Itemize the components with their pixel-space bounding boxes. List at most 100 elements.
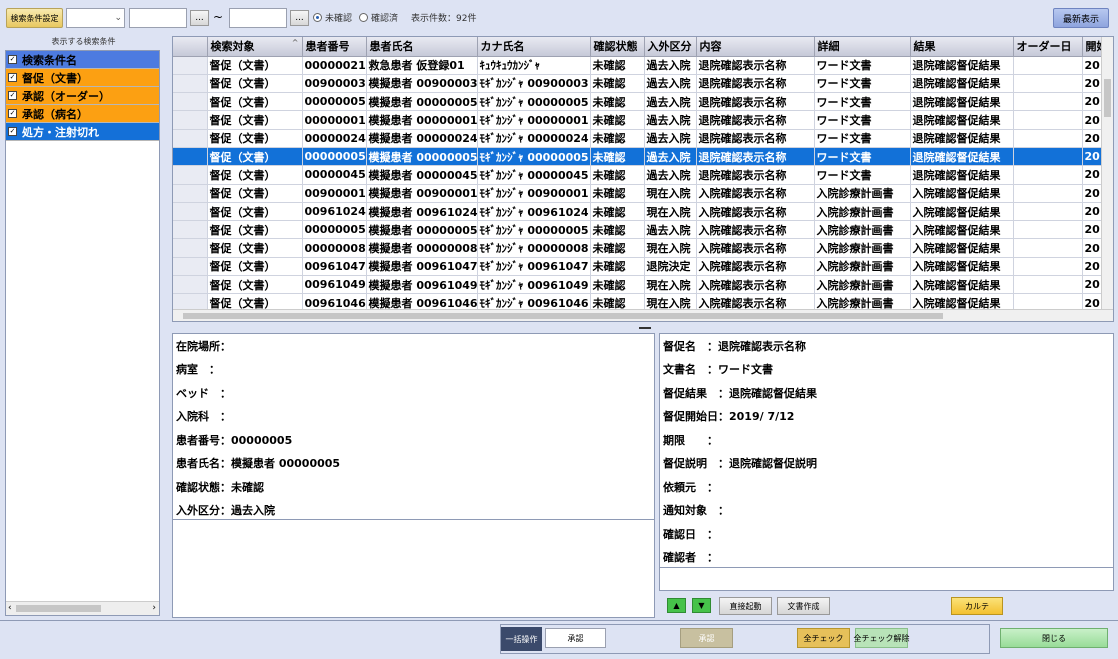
column-header-row-marker[interactable] bbox=[173, 37, 208, 57]
condition-header[interactable]: ✓ 検索条件名 bbox=[6, 51, 159, 69]
table-cell: ﾓｷﾞｶﾝｼﾞｬ 00961024 bbox=[477, 202, 591, 222]
table-cell: 00900003 bbox=[302, 74, 367, 94]
table-row[interactable]: 督促（文書） 00000005 模擬患者 00000005 ﾓｷﾞｶﾝｼﾞｬ 0000… bbox=[173, 220, 1113, 240]
table-row[interactable]: 督促（文書） 00000024 模擬患者 00000024 ﾓｷﾞｶﾝｼﾞｬ 0000… bbox=[173, 129, 1113, 148]
end-date-input[interactable] bbox=[229, 8, 287, 28]
detail-line: 確認状態：未確認 bbox=[176, 480, 264, 494]
condition-item[interactable]: ✓ 承認（病名） bbox=[6, 105, 159, 123]
table-row[interactable]: 督促（文書） 00961024 模擬患者 00961024 ﾓｷﾞｶﾝｼﾞｬ 0096… bbox=[173, 202, 1113, 222]
table-cell: 模擬患者 00961047 bbox=[366, 257, 478, 277]
close-button[interactable]: 閉じる bbox=[1000, 628, 1108, 648]
column-header[interactable]: 確認状態 bbox=[590, 37, 645, 57]
condition-item[interactable]: ✓ 承認（オーダー） bbox=[6, 87, 159, 105]
table-row[interactable]: 督促（文書） 00000005 模擬患者 00000005 ﾓｷﾞｶﾝｼﾞｬ 0000… bbox=[173, 147, 1113, 167]
table-cell: 00961024 bbox=[302, 202, 367, 222]
condition-item[interactable]: ✓ 処方・注射切れ bbox=[6, 123, 159, 141]
row-header-cell bbox=[173, 220, 208, 240]
horizontal-scrollbar[interactable]: ‹ › bbox=[6, 601, 159, 615]
table-header-row: 検索対象 ^ 患者番号 患者氏名 カナ氏名 確認状態 入外区分 内容 詳細 結果 オーダー日 開始 bbox=[173, 37, 1113, 57]
table-cell: 未確認 bbox=[590, 275, 645, 295]
table-row[interactable]: 督促（文書） 00900003 模擬患者 00900003 ﾓｷﾞｶﾝｼﾞｬ 0090… bbox=[173, 74, 1113, 94]
column-header[interactable]: カナ氏名 bbox=[477, 37, 591, 57]
table-cell: 督促（文書） bbox=[207, 165, 303, 185]
table-row[interactable]: 督促（文書） 00961049 模擬患者 00961049 ﾓｷﾞｶﾝｼﾞｬ 0096… bbox=[173, 275, 1113, 295]
table-cell: 退院確認督促結果 bbox=[910, 56, 1014, 75]
column-header[interactable]: 患者氏名 bbox=[366, 37, 478, 57]
direct-launch-button[interactable]: 直接起動 bbox=[719, 597, 772, 615]
checkbox-icon[interactable]: ✓ bbox=[8, 109, 17, 118]
scrollbar-thumb[interactable] bbox=[16, 605, 101, 612]
column-header[interactable]: 結果 bbox=[910, 37, 1014, 57]
condition-label: 検索条件名 bbox=[22, 53, 77, 67]
table-cell: 模擬患者 00000005 bbox=[366, 220, 478, 240]
column-header[interactable]: 詳細 bbox=[814, 37, 911, 57]
scrollbar-thumb[interactable] bbox=[1104, 79, 1111, 117]
table-cell: 模擬患者 00000001 bbox=[366, 110, 478, 130]
table-cell: 模擬患者 00000005 bbox=[366, 147, 478, 167]
table-cell: 退院確認督促結果 bbox=[910, 129, 1014, 148]
column-header[interactable]: 患者番号 bbox=[302, 37, 367, 57]
table-cell: 未確認 bbox=[590, 257, 645, 277]
create-document-button[interactable]: 文書作成 bbox=[777, 597, 830, 615]
table-row[interactable]: 督促（文書） 00000008 模擬患者 00000008 ﾓｷﾞｶﾝｼﾞｬ 0000… bbox=[173, 238, 1113, 258]
refresh-button[interactable]: 最新表示 bbox=[1053, 8, 1109, 28]
table-cell bbox=[1013, 110, 1083, 130]
condition-dropdown[interactable]: ⌄ bbox=[66, 8, 125, 28]
table-cell: 入院確認表示名称 bbox=[696, 257, 815, 277]
table-cell bbox=[1013, 165, 1083, 185]
table-row[interactable]: 督促（文書） 00000045 模擬患者 00000045 ﾓｷﾞｶﾝｼﾞｬ 0000… bbox=[173, 165, 1113, 185]
table-cell: 督促（文書） bbox=[207, 147, 303, 167]
move-down-button[interactable]: ▼ bbox=[692, 598, 711, 613]
detail-line: 督促名 ：退院確認表示名称 bbox=[663, 339, 806, 353]
table-cell: ﾓｷﾞｶﾝｼﾞｬ 00000001 bbox=[477, 110, 591, 130]
end-date-picker-button[interactable]: ... bbox=[290, 10, 309, 26]
start-date-picker-button[interactable]: ... bbox=[190, 10, 209, 26]
bulk-operation-select[interactable]: 承認 bbox=[545, 628, 606, 648]
move-up-button[interactable]: ▲ bbox=[667, 598, 686, 613]
table-cell: 退院確認表示名称 bbox=[696, 165, 815, 185]
table-cell: ﾓｷﾞｶﾝｼﾞｬ 00961049 bbox=[477, 275, 591, 295]
table-cell: 現在入院 bbox=[644, 202, 697, 222]
radio-selected-icon bbox=[313, 13, 322, 22]
table-row[interactable]: 督促（文書） 00961047 模擬患者 00961047 ﾓｷﾞｶﾝｼﾞｬ 0096… bbox=[173, 257, 1113, 277]
column-header[interactable]: オーダー日 bbox=[1013, 37, 1083, 57]
condition-item[interactable]: ✓ 督促（文書） bbox=[6, 69, 159, 87]
approve-button[interactable]: 承認 bbox=[680, 628, 733, 648]
scroll-left-icon[interactable]: ‹ bbox=[8, 603, 12, 613]
table-cell: 督促（文書） bbox=[207, 202, 303, 222]
table-cell: 入院診療計画書 bbox=[814, 184, 911, 203]
table-cell bbox=[1013, 275, 1083, 295]
table-cell: 00000008 bbox=[302, 238, 367, 258]
pane-splitter[interactable] bbox=[639, 327, 651, 329]
scroll-right-icon[interactable]: › bbox=[152, 603, 156, 613]
search-condition-settings-button[interactable]: 検索条件設定 bbox=[6, 8, 63, 28]
table-row[interactable]: 督促（文書） 00900001 模擬患者 00900001 ﾓｷﾞｶﾝｼﾞｬ 0090… bbox=[173, 184, 1113, 203]
column-header[interactable]: 入外区分 bbox=[644, 37, 697, 57]
table-row[interactable]: 督促（文書） 00000021 救急患者 仮登録01 ｷｭｳｷｭｳｶﾝｼﾞｬ 未確認 過去… bbox=[173, 56, 1113, 75]
table-cell: 未確認 bbox=[590, 238, 645, 258]
column-header[interactable]: 検索対象 ^ bbox=[207, 37, 303, 57]
row-header-cell bbox=[173, 184, 208, 203]
table-row[interactable]: 督促（文書） 00000001 模擬患者 00000001 ﾓｷﾞｶﾝｼﾞｬ 0000… bbox=[173, 110, 1113, 130]
detail-line: 督促結果 ：退院確認督促結果 bbox=[663, 386, 817, 400]
column-header[interactable]: 内容 bbox=[696, 37, 815, 57]
check-all-button[interactable]: 全チェック bbox=[797, 628, 850, 648]
table-cell: 督促（文書） bbox=[207, 238, 303, 258]
start-date-input[interactable] bbox=[129, 8, 187, 28]
radio-confirmed[interactable]: 確認済 bbox=[359, 11, 398, 24]
checkbox-icon[interactable]: ✓ bbox=[8, 127, 17, 136]
checkbox-icon[interactable]: ✓ bbox=[8, 73, 17, 82]
karte-button[interactable]: カルテ bbox=[951, 597, 1003, 615]
vertical-scrollbar[interactable] bbox=[1101, 37, 1113, 321]
table-cell: 退院決定 bbox=[644, 257, 697, 277]
table-cell bbox=[1013, 74, 1083, 94]
table-row[interactable]: 督促（文書） 00000005 模擬患者 00000005 ﾓｷﾞｶﾝｼﾞｬ 0000… bbox=[173, 92, 1113, 112]
checkbox-icon[interactable]: ✓ bbox=[8, 91, 17, 100]
table-cell: 模擬患者 00000024 bbox=[366, 129, 478, 148]
radio-unconfirmed[interactable]: 未確認 bbox=[313, 11, 352, 24]
scrollbar-thumb[interactable] bbox=[183, 313, 943, 319]
horizontal-scrollbar[interactable] bbox=[173, 309, 1113, 321]
checkbox-icon[interactable]: ✓ bbox=[8, 55, 17, 64]
row-header-cell bbox=[173, 275, 208, 295]
uncheck-all-button[interactable]: 全チェック解除 bbox=[854, 628, 910, 648]
